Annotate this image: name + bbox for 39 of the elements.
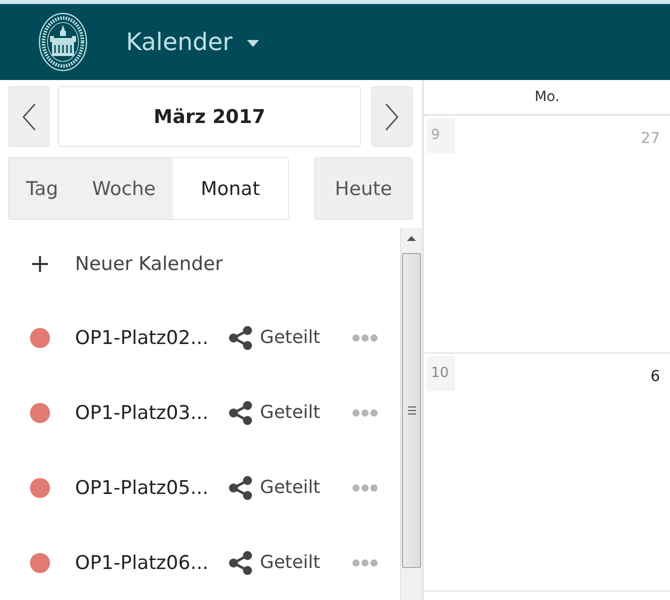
chevron-right-icon — [385, 102, 399, 130]
more-options-icon[interactable] — [352, 484, 378, 492]
share-icon — [229, 476, 252, 500]
shared-label: Geteilt — [260, 402, 320, 423]
next-month-button[interactable] — [371, 86, 413, 147]
share-icon — [229, 400, 252, 424]
today-button[interactable]: Heute — [314, 157, 413, 220]
calendar-name[interactable]: OP1-Platz05... — [75, 476, 223, 498]
share-icon — [229, 550, 252, 574]
shared-label: Geteilt — [260, 477, 320, 498]
shared-label: Geteilt — [260, 552, 320, 573]
share-icon — [229, 326, 252, 350]
view-tab[interactable]: Tag — [9, 158, 76, 219]
weekday-label: Mo. — [534, 89, 560, 105]
previous-month-button[interactable] — [8, 86, 50, 147]
scrollbar-track[interactable] — [400, 228, 422, 600]
scroll-up-arrow-icon[interactable] — [407, 236, 416, 241]
plus-icon[interactable] — [31, 255, 49, 273]
view-tab[interactable]: Monat — [172, 158, 288, 219]
calendar-name[interactable]: OP1-Platz02... — [75, 326, 223, 348]
shared-label: Geteilt — [260, 327, 320, 348]
calendar-name[interactable]: OP1-Platz03... — [75, 402, 223, 424]
month-title: März 2017 — [58, 86, 361, 147]
scrollbar-thumb[interactable] — [402, 253, 421, 568]
caret-icon — [246, 40, 259, 46]
new-calendar-link[interactable]: Neuer Kalender — [75, 253, 223, 275]
chevron-left-icon — [22, 102, 36, 130]
more-options-icon[interactable] — [352, 408, 378, 416]
day-number: 27 — [640, 129, 660, 147]
calendar-menu-button[interactable]: Kalender — [126, 28, 259, 56]
more-options-icon[interactable] — [352, 558, 378, 566]
seal-logo — [38, 12, 88, 72]
grip-icon — [408, 406, 416, 415]
day-number: 6 — [650, 367, 660, 385]
week-number: 10 — [427, 356, 455, 391]
week-number: 9 — [427, 118, 455, 153]
view-tab[interactable]: Woche — [75, 158, 173, 219]
more-options-icon[interactable] — [352, 334, 378, 342]
calendar-name[interactable]: OP1-Platz06... — [75, 552, 223, 574]
